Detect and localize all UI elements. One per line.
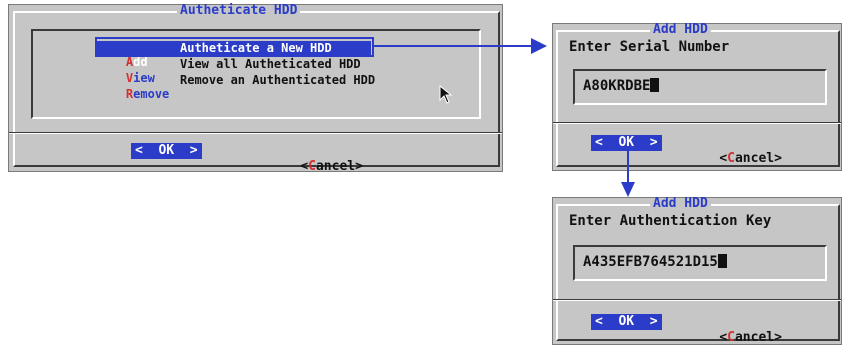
- cancel-bracket: <: [719, 151, 728, 166]
- serial-number-input[interactable]: A80KRDBE: [573, 69, 827, 105]
- authentication-key-value-row: A435EFB764521D15: [583, 254, 727, 270]
- button-bar-divider: [553, 123, 841, 124]
- button-bar-divider: [9, 133, 502, 134]
- serial-number-prompt: Enter Serial Number: [569, 39, 730, 55]
- text-cursor: [650, 78, 660, 92]
- authentication-key-value: A435EFB764521D15: [583, 254, 718, 270]
- cancel-hotkey: C: [308, 159, 316, 174]
- dialog-title: Autheticate HDD: [177, 4, 301, 17]
- menu-item-remove-description[interactable]: Remove an Authenticated HDD: [180, 73, 375, 87]
- ok-button[interactable]: < OK >: [591, 135, 662, 151]
- ok-button[interactable]: < OK >: [591, 314, 662, 330]
- cancel-hotkey: C: [727, 330, 735, 345]
- text-cursor: [717, 254, 727, 268]
- serial-number-value: A80KRDBE: [583, 78, 651, 94]
- cancel-label: ancel>: [734, 151, 782, 166]
- cancel-bracket: <: [719, 330, 728, 345]
- authentication-key-dialog: Add HDD Enter Authentication Key A435EFB…: [552, 197, 842, 345]
- ok-button[interactable]: < OK >: [131, 143, 202, 159]
- cancel-button[interactable]: <Cancel>: [688, 314, 782, 362]
- cancel-button[interactable]: <Cancel>: [269, 143, 363, 191]
- add-row-callout-box: [95, 37, 374, 57]
- dialog-title: Add HDD: [650, 23, 711, 36]
- menu-item-view-description[interactable]: View all Autheticated HDD: [180, 57, 361, 71]
- cancel-label: ancel>: [315, 159, 363, 174]
- authenticate-hdd-dialog: Autheticate HDD Add Autheticate a New HD…: [8, 4, 503, 174]
- cancel-label: ancel>: [734, 330, 782, 345]
- serial-number-dialog: Add HDD Enter Serial Number A80KRDBE < O…: [552, 23, 842, 171]
- cancel-button[interactable]: <Cancel>: [688, 135, 782, 183]
- authentication-key-prompt: Enter Authentication Key: [569, 213, 772, 229]
- cancel-bracket: <: [300, 159, 309, 174]
- mouse-pointer-icon: [439, 85, 453, 104]
- serial-number-value-row: A80KRDBE: [583, 78, 660, 94]
- menu-item-label: emove: [133, 87, 170, 101]
- button-bar-divider: [553, 300, 841, 301]
- dialog-title: Add HDD: [650, 197, 711, 210]
- authentication-key-input[interactable]: A435EFB764521D15: [573, 245, 827, 281]
- cancel-hotkey: C: [727, 151, 735, 166]
- menu-item-remove[interactable]: Remove: [97, 73, 169, 115]
- button-bar-divider-shadow: [9, 132, 502, 133]
